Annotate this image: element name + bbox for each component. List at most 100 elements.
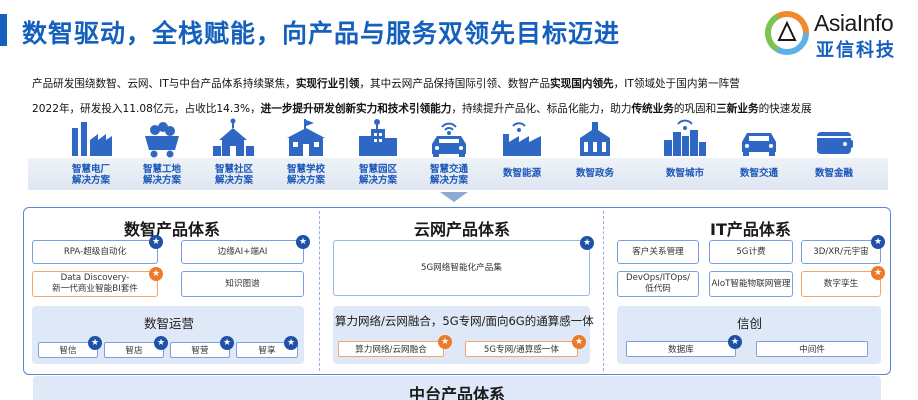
traffic-car-icon [432, 122, 466, 157]
product-box-knowledge-graph: 知识图谱 [181, 271, 304, 297]
description-line-1: 产品研发围绕数智、云网、IT与中台产品体系持续聚焦，实现行业引领，其中云网产品保… [32, 76, 740, 91]
industry-finance: 数智金融 [795, 118, 873, 179]
industry-power-plant: 智慧电厂 解决方案 [52, 118, 130, 186]
product-box-data-discovery: Data Discovery- 新一代商业智能BI套件 [32, 271, 158, 297]
desc2-seg: 的快速发展 [758, 103, 812, 115]
industry-label: 数智金融 [814, 168, 853, 179]
page-title: 数智驱动，全栈赋能，向产品与服务双领先目标迈进 [22, 19, 621, 48]
desc2-seg-bold: 三新业务 [716, 103, 759, 115]
star-icon: ★ [728, 335, 742, 349]
xinchuang-item: 中间件 [756, 341, 868, 357]
industry-label: 智慧交通 解决方案 [429, 164, 468, 186]
industry-energy: 数智能源 [483, 118, 561, 179]
ops-label: 智营 [191, 346, 209, 356]
product-box-rpa: RPA-超级自动化 [32, 240, 158, 264]
star-icon: ★ [572, 335, 586, 349]
school-icon [287, 119, 325, 156]
product-label: DevOps/ITOps/ 低代码 [626, 273, 690, 294]
industry-city: 数智城市 [646, 118, 724, 179]
logo-mark-icon [765, 10, 809, 55]
desc2-seg: 的巩固和 [673, 103, 717, 115]
star-icon: ★ [871, 235, 885, 249]
star-icon: ★ [88, 336, 102, 350]
industry-label: 智慧工地 解决方案 [142, 164, 181, 186]
section-divider [319, 211, 320, 371]
section-title-it: IT产品体系 [710, 220, 791, 239]
section-title-data-intel: 数智产品体系 [124, 220, 221, 239]
industry-label: 数智能源 [502, 168, 541, 179]
industry-label: 数智政务 [575, 168, 614, 179]
xinchuang-label: 中间件 [799, 345, 825, 355]
product-box-edge-ai: 边缘AI+端AI [181, 240, 304, 264]
description-line-2: 2022年，研发投入11.08亿元，占收比14.3%，进一步提升研发创新实力和技… [32, 101, 812, 116]
product-label: 知识图谱 [225, 278, 260, 289]
industry-construction: 智慧工地 解决方案 [123, 118, 201, 186]
ops-label: 智享 [258, 346, 276, 356]
product-box-crm: 客户关系管理 [617, 240, 699, 264]
power-plant-icon [72, 122, 112, 156]
star-icon: ★ [580, 236, 594, 250]
industry-label: 智慧电厂 解决方案 [71, 164, 110, 186]
product-label: AIoT智能物联网管理 [711, 278, 791, 289]
cloud-label: 算力网络/云网融合 [355, 345, 427, 355]
mining-cart-icon [145, 122, 179, 158]
product-label: RPA-超级自动化 [63, 246, 127, 257]
desc1-seg: 产品研发围绕数智、云网、IT与中台产品体系持续聚焦， [32, 78, 296, 90]
star-icon: ★ [871, 266, 885, 280]
cloud-item: 5G专网/通算感一体 [465, 341, 578, 357]
star-icon: ★ [220, 336, 234, 350]
industry-label: 智慧学校 解决方案 [286, 164, 325, 186]
cloud-label: 5G专网/通算感一体 [483, 345, 560, 355]
product-label: 3D/XR/元宇宙 [813, 246, 869, 257]
logo-text-en: AsiaInfo [814, 10, 894, 36]
connector-arrow [440, 192, 468, 202]
industry-label: 数智交通 [739, 168, 778, 179]
data-ops-title: 数智运营 [144, 316, 195, 331]
product-label: 5G计费 [736, 246, 766, 257]
industry-label: 数智城市 [665, 168, 704, 179]
product-box-5g-billing: 5G计费 [709, 240, 793, 264]
industry-solutions-row: 智慧电厂 解决方案 智慧工地 解决方案 智慧社区 解决方案 智慧学校 解决方案 … [40, 118, 890, 193]
industry-park: 智慧园区 解决方案 [339, 118, 417, 186]
cloud-net-integration-title: 算力网络/云网融合，5G专网/面向6G的通算感一体 [335, 314, 594, 328]
star-icon: ★ [154, 336, 168, 350]
desc1-seg: ，IT领域处于国内第一阵营 [613, 78, 740, 90]
desc1-seg-bold: 实现行业引领 [295, 78, 360, 90]
desc2-seg-bold: 传统业务 [631, 103, 674, 115]
industry-community: 智慧社区 解决方案 [195, 118, 273, 186]
finance-icon [817, 132, 853, 154]
park-icon [359, 119, 397, 156]
title-accent-bar [0, 14, 7, 46]
desc2-seg: 2022年，研发投入11.08亿元，占收比14.3%， [32, 103, 261, 115]
industry-transport: 数智交通 [720, 118, 798, 179]
industry-traffic: 智慧交通 解决方案 [410, 118, 488, 186]
product-box-digital-twin: 数字孪生 [801, 271, 881, 297]
desc2-seg-bold: 进一步提升研发创新实力和技术引领能力 [260, 103, 452, 115]
industry-label: 智慧园区 解决方案 [358, 164, 397, 186]
xinchuang-label: 数据库 [668, 345, 694, 355]
product-label: 客户关系管理 [632, 246, 684, 257]
factory-energy-icon [503, 122, 541, 156]
cloud-item: 算力网络/云网融合 [338, 341, 444, 357]
ops-label: 智店 [125, 346, 143, 356]
industry-label: 智慧社区 解决方案 [214, 164, 253, 186]
desc1-seg: ，其中云网产品保持国际引领、数智产品 [359, 78, 551, 90]
star-icon: ★ [296, 235, 310, 249]
star-icon: ★ [284, 336, 298, 350]
government-icon [580, 122, 610, 156]
star-icon: ★ [149, 267, 163, 281]
product-label: Data Discovery- 新一代商业智能BI套件 [52, 273, 138, 294]
middle-platform-section: 中台产品体系 [33, 376, 881, 400]
desc1-seg-bold: 实现国内领先 [550, 78, 614, 90]
desc2-seg: ，持续提升产品化、标品化能力，助力 [451, 103, 632, 115]
industry-government: 数智政务 [556, 118, 634, 179]
product-box-5g-network: 5G网络智能化产品集 [333, 240, 590, 296]
section-title-middle: 中台产品体系 [408, 385, 505, 400]
xinchuang-item: 数据库 [626, 341, 736, 357]
community-icon [213, 118, 254, 156]
ops-label: 智信 [59, 346, 77, 356]
xinchuang-title: 信创 [737, 316, 763, 331]
product-box-aiot: AIoT智能物联网管理 [709, 271, 793, 297]
star-icon: ★ [438, 335, 452, 349]
city-icon [664, 119, 706, 156]
